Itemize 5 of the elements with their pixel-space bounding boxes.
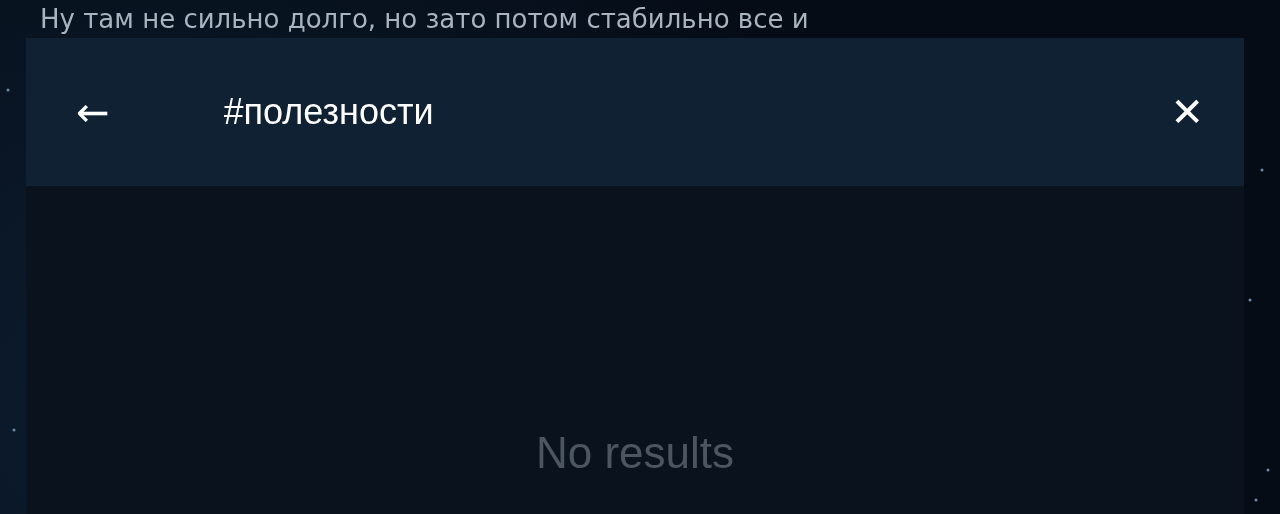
empty-state-text: No results	[535, 428, 735, 478]
close-button[interactable]: ✕	[1170, 92, 1204, 132]
message-text: Ну там не сильно долго, но зато потом стабильно все и	[40, 3, 810, 36]
back-button[interactable]: ←	[76, 92, 110, 132]
search-field[interactable]: #полезности	[221, 90, 1171, 134]
